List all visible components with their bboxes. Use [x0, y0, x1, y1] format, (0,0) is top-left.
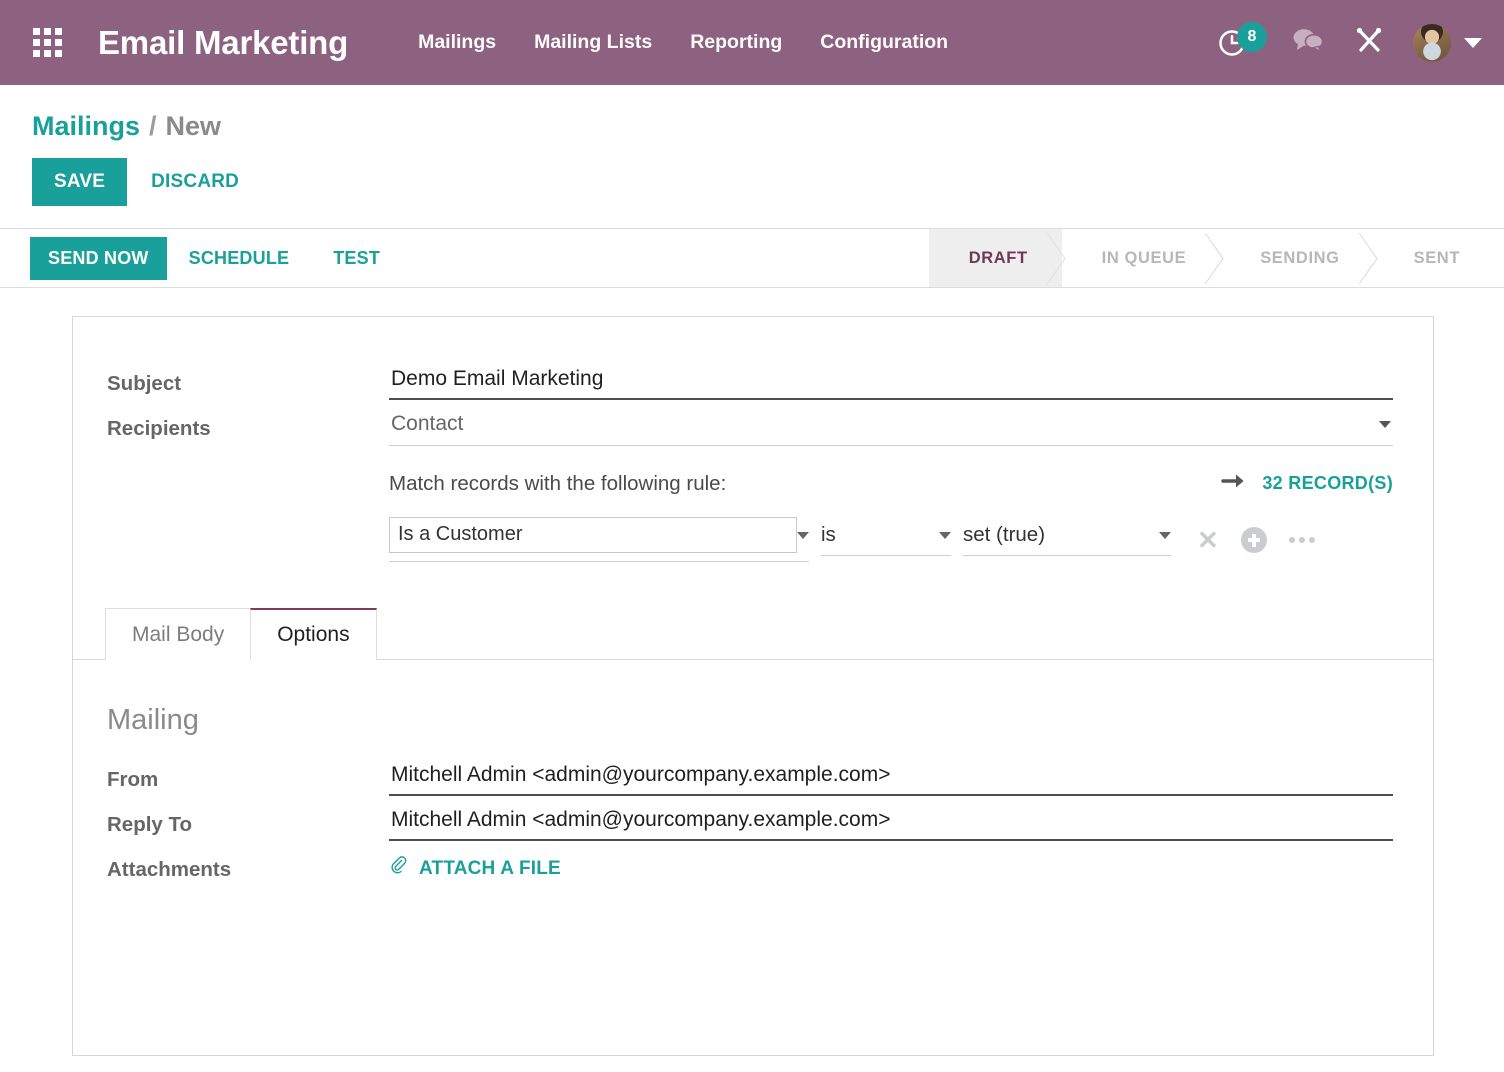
reply-to-input[interactable]: Mitchell Admin <admin@yourcompany.exampl…: [389, 804, 1393, 841]
notebook-tabs: Mail Body Options: [73, 608, 1433, 660]
field-row-reply-to: Reply To Mitchell Admin <admin@yourcompa…: [107, 804, 1393, 841]
save-button[interactable]: SAVE: [32, 158, 127, 206]
breadcrumb-current-record: New: [166, 111, 222, 142]
top-navbar: Email Marketing Mailings Mailing Lists R…: [0, 0, 1504, 85]
test-button[interactable]: TEST: [311, 237, 402, 280]
caret-down-icon: [939, 532, 951, 539]
stage-sent[interactable]: SENT: [1374, 229, 1504, 287]
field-row-recipients: Recipients Contact Match records with th…: [107, 408, 1393, 562]
discard-button[interactable]: DISCARD: [127, 158, 263, 206]
record-count-button[interactable]: 32 RECORD(S): [1221, 470, 1393, 497]
rule-field-value[interactable]: Is a Customer: [389, 517, 797, 553]
user-menu-button[interactable]: [1413, 24, 1482, 62]
apps-grid-icon: [33, 28, 62, 57]
attach-a-file-label: ATTACH A FILE: [419, 858, 561, 880]
ellipsis-icon[interactable]: [1289, 537, 1315, 543]
arrow-right-icon: [1221, 470, 1249, 497]
plus-circle-icon[interactable]: [1241, 527, 1267, 553]
rule-value-select[interactable]: set (true): [963, 523, 1171, 556]
field-row-attachments: Attachments ATTACH A FILE: [107, 849, 1393, 883]
nav-item-configuration[interactable]: Configuration: [820, 31, 948, 54]
nav-item-reporting[interactable]: Reporting: [690, 31, 782, 54]
activity-count-badge: 8: [1237, 22, 1267, 52]
breadcrumb-root-mailings[interactable]: Mailings: [32, 111, 140, 142]
paperclip-icon: [389, 855, 409, 883]
notebook: Mail Body Options Mailing From Mitchell …: [73, 608, 1433, 931]
record-count-label: 32 RECORD(S): [1262, 473, 1393, 494]
form-sheet: Subject Demo Email Marketing Recipients …: [72, 316, 1434, 1056]
subject-label: Subject: [107, 363, 389, 396]
record-actions: SAVE DISCARD: [0, 142, 1504, 206]
attach-a-file-button[interactable]: ATTACH A FILE: [389, 849, 561, 883]
rule-field-select[interactable]: Is a Customer: [389, 517, 809, 562]
avatar: [1413, 24, 1451, 62]
caret-down-icon: [1159, 532, 1171, 539]
from-input[interactable]: Mitchell Admin <admin@yourcompany.exampl…: [389, 759, 1393, 796]
tab-options[interactable]: Options: [250, 608, 376, 660]
activity-menu-button[interactable]: 8: [1217, 22, 1263, 64]
tab-mail-body[interactable]: Mail Body: [105, 608, 251, 660]
stage-in-queue[interactable]: IN QUEUE: [1062, 229, 1221, 287]
caret-down-icon: [797, 532, 809, 539]
apps-menu-button[interactable]: [24, 20, 70, 66]
messaging-menu-button[interactable]: [1291, 25, 1325, 60]
breadcrumb: Mailings / New: [0, 85, 1504, 142]
nav-item-mailing-lists[interactable]: Mailing Lists: [534, 31, 652, 54]
rule-operator-select[interactable]: is: [821, 523, 951, 556]
status-stages: DRAFT IN QUEUE SENDING SENT: [929, 229, 1504, 287]
domain-rule-row: Is a Customer is set (true): [389, 517, 1393, 562]
from-label: From: [107, 759, 389, 792]
app-brand-title: Email Marketing: [98, 24, 348, 62]
control-panel: Mailings / New SAVE DISCARD SEND NOW SCH…: [0, 85, 1504, 288]
schedule-button[interactable]: SCHEDULE: [167, 237, 312, 280]
section-title-mailing: Mailing: [107, 704, 1393, 737]
statusbar-buttons: SEND NOW SCHEDULE TEST: [0, 229, 402, 287]
statusbar-row: SEND NOW SCHEDULE TEST DRAFT IN QUEUE SE…: [0, 228, 1504, 288]
form-sheet-wrapper: Subject Demo Email Marketing Recipients …: [0, 288, 1504, 1056]
navbar-menu: Mailings Mailing Lists Reporting Configu…: [418, 31, 948, 54]
domain-widget: Match records with the following rule: 3…: [389, 470, 1393, 562]
close-icon[interactable]: ✕: [1197, 527, 1219, 553]
recipients-selected-value: Contact: [391, 412, 463, 436]
rule-operator-value: is: [821, 523, 836, 547]
notebook-page-options: Mailing From Mitchell Admin <admin@yourc…: [73, 660, 1433, 931]
rule-value-value: set (true): [963, 523, 1045, 547]
chevron-down-icon: [1464, 38, 1482, 48]
tools-icon: [1353, 24, 1385, 61]
navbar-systray: 8: [1217, 22, 1482, 64]
breadcrumb-separator: /: [149, 111, 157, 142]
developer-tools-button[interactable]: [1353, 24, 1385, 61]
field-row-from: From Mitchell Admin <admin@yourcompany.e…: [107, 759, 1393, 796]
domain-header: Match records with the following rule: 3…: [389, 470, 1393, 497]
chat-bubbles-icon: [1291, 25, 1325, 60]
subject-input[interactable]: Demo Email Marketing: [389, 363, 1393, 400]
form-top-group: Subject Demo Email Marketing Recipients …: [73, 317, 1433, 562]
nav-item-mailings[interactable]: Mailings: [418, 31, 496, 54]
stage-draft[interactable]: DRAFT: [929, 229, 1062, 287]
recipients-select[interactable]: Contact: [389, 408, 1393, 446]
stage-sending[interactable]: SENDING: [1220, 229, 1373, 287]
recipients-label: Recipients: [107, 408, 389, 441]
attachments-label: Attachments: [107, 849, 389, 882]
field-row-subject: Subject Demo Email Marketing: [107, 363, 1393, 400]
domain-description: Match records with the following rule:: [389, 472, 726, 496]
caret-down-icon: [1379, 421, 1391, 428]
rule-actions: ✕: [1197, 527, 1315, 553]
reply-to-label: Reply To: [107, 804, 389, 837]
send-now-button[interactable]: SEND NOW: [30, 237, 167, 280]
